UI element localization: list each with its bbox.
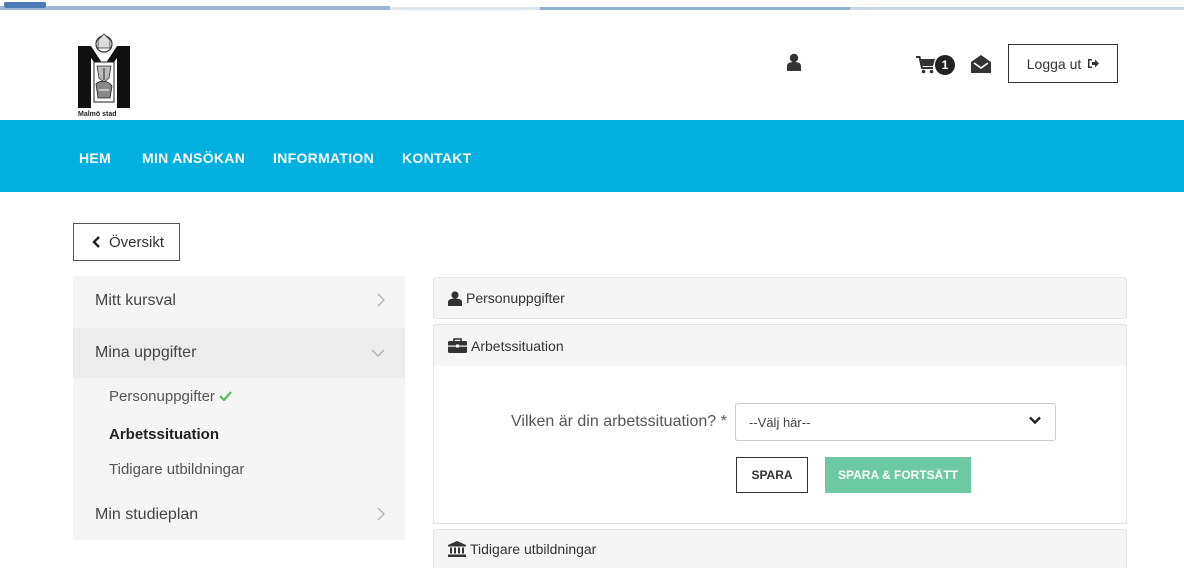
logout-button[interactable]: Logga ut [1008,44,1118,83]
chevron-right-icon [377,293,385,307]
panel-arbetssituation-header[interactable]: Arbetssituation [433,324,1127,367]
sidebar-subitem-arbetssituation[interactable]: Arbetssituation [109,426,219,443]
work-situation-select[interactable]: --Välj här-- [735,403,1056,441]
work-situation-question: Vilken är din arbetssituation? * [511,413,727,430]
panel-personuppgifter-header[interactable]: Personuppgifter [433,277,1127,319]
chevron-left-icon [92,236,100,248]
logo-text: Malmö stad [78,111,117,118]
logout-label: Logga ut [1026,55,1082,72]
check-icon [219,391,232,402]
sidebar-item-label: Mitt kursval [95,292,176,309]
overview-label: Översikt [109,233,165,251]
sidebar-item-label: Mina uppgifter [95,344,197,361]
sidebar: Mitt kursval Mina uppgifter Min studiepl… [73,276,405,540]
sidebar-item-label: Min studieplan [95,506,199,523]
panel-title: Arbetssituation [471,337,564,354]
browser-top-strip [0,0,1184,14]
panel-title: Personuppgifter [466,290,565,306]
strip-segment [4,2,46,8]
institution-icon [448,541,466,557]
nav-item-hem[interactable]: HEM [79,150,111,166]
malmo-stad-logo[interactable] [78,32,130,118]
sidebar-item-mina-uppgifter[interactable]: Mina uppgifter [73,328,405,378]
user-icon [448,290,462,306]
overview-back-button[interactable]: Översikt [73,223,180,261]
sidebar-subitem-personuppgifter[interactable]: Personuppgifter [109,388,232,405]
chevron-down-icon [371,349,385,357]
shopping-cart-icon[interactable] [916,56,936,74]
sidebar-item-mitt-kursval[interactable]: Mitt kursval [73,276,405,326]
nav-item-kontakt[interactable]: KONTAKT [402,150,472,166]
strip-segment [390,7,540,10]
save-button[interactable]: SPARA [736,457,808,493]
cart-count-badge[interactable]: 1 [935,55,955,75]
sidebar-item-min-studieplan[interactable]: Min studieplan [73,490,405,540]
sidebar-subitem-label: Personuppgifter [109,388,215,405]
envelope-open-icon[interactable] [970,54,992,74]
strip-segment [540,7,850,10]
briefcase-icon [448,338,467,353]
panel-tidigare-utbildningar-header[interactable]: Tidigare utbildningar [433,529,1127,568]
nav-item-min-ansokan[interactable]: MIN ANSÖKAN [142,150,245,166]
select-value: --Välj här-- [749,414,811,430]
sign-out-icon [1088,59,1100,68]
panel-title: Tidigare utbildningar [470,541,597,557]
save-and-continue-button[interactable]: SPARA & FORTSÄTT [825,457,971,493]
panel-arbetssituation-body [433,366,1127,524]
user-icon[interactable] [787,53,801,71]
chevron-right-icon [377,507,385,521]
strip-segment [0,6,390,10]
main-navbar: HEM MIN ANSÖKAN INFORMATION KONTAKT [0,120,1184,192]
strip-segment [850,7,1184,10]
nav-item-information[interactable]: INFORMATION [273,150,374,166]
chevron-down-icon [1029,416,1041,425]
sidebar-subitem-tidigare-utbildningar[interactable]: Tidigare utbildningar [109,461,244,478]
